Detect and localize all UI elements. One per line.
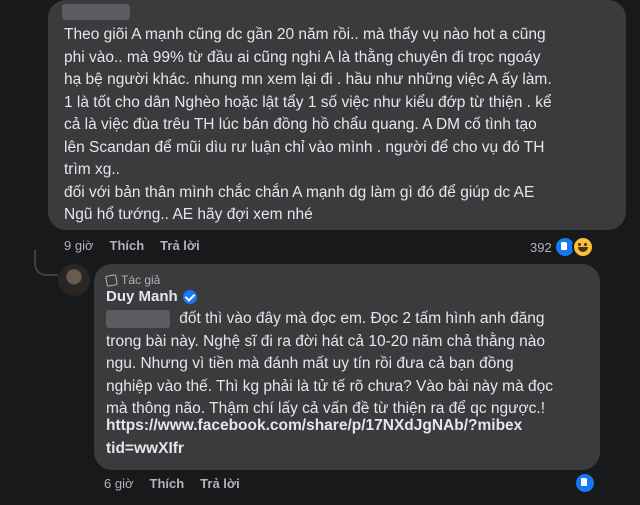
reply-author[interactable]: Duy Manh <box>106 288 197 305</box>
pen-icon <box>105 273 118 287</box>
author-badge: Tác giả <box>105 273 161 287</box>
comment-actions: 9 giờ Thích Trả lời <box>64 238 200 253</box>
redacted-author-name[interactable] <box>62 4 130 20</box>
reply-text: đốt thì vào đây mà đọc em. Đọc 2 tấm hìn… <box>106 310 553 417</box>
avatar[interactable] <box>58 264 90 296</box>
haha-icon <box>571 236 594 258</box>
reply-button[interactable]: Trả lời <box>200 476 240 491</box>
comment-text: Theo giõi A mạnh cũng dc gần 20 năm rồi.… <box>64 26 552 223</box>
reaction-summary[interactable]: 392 <box>530 236 594 258</box>
like-button[interactable]: Thích <box>150 476 185 491</box>
like-icon <box>574 472 596 494</box>
reply-author-name[interactable]: Duy Manh <box>106 288 178 305</box>
comment-time[interactable]: 9 giờ <box>64 238 94 253</box>
reply-button[interactable]: Trả lời <box>160 238 200 253</box>
reaction-count: 392 <box>530 239 552 255</box>
author-badge-label: Tác giả <box>121 273 161 287</box>
reply-bubble: Tác giả Duy Manh đốt thì vào đây mà đọc … <box>94 264 600 470</box>
reply-time[interactable]: 6 giờ <box>104 476 134 491</box>
verified-icon <box>182 289 197 304</box>
reaction-summary[interactable] <box>574 472 596 494</box>
like-button[interactable]: Thích <box>110 238 145 253</box>
reply-actions: 6 giờ Thích Trả lời <box>104 476 240 491</box>
reply-thread-line <box>34 250 58 276</box>
reply-link[interactable]: https://www.facebook.com/share/p/17NXdJg… <box>106 415 526 460</box>
comment-bubble: Theo giõi A mạnh cũng dc gần 20 năm rồi.… <box>48 0 626 230</box>
